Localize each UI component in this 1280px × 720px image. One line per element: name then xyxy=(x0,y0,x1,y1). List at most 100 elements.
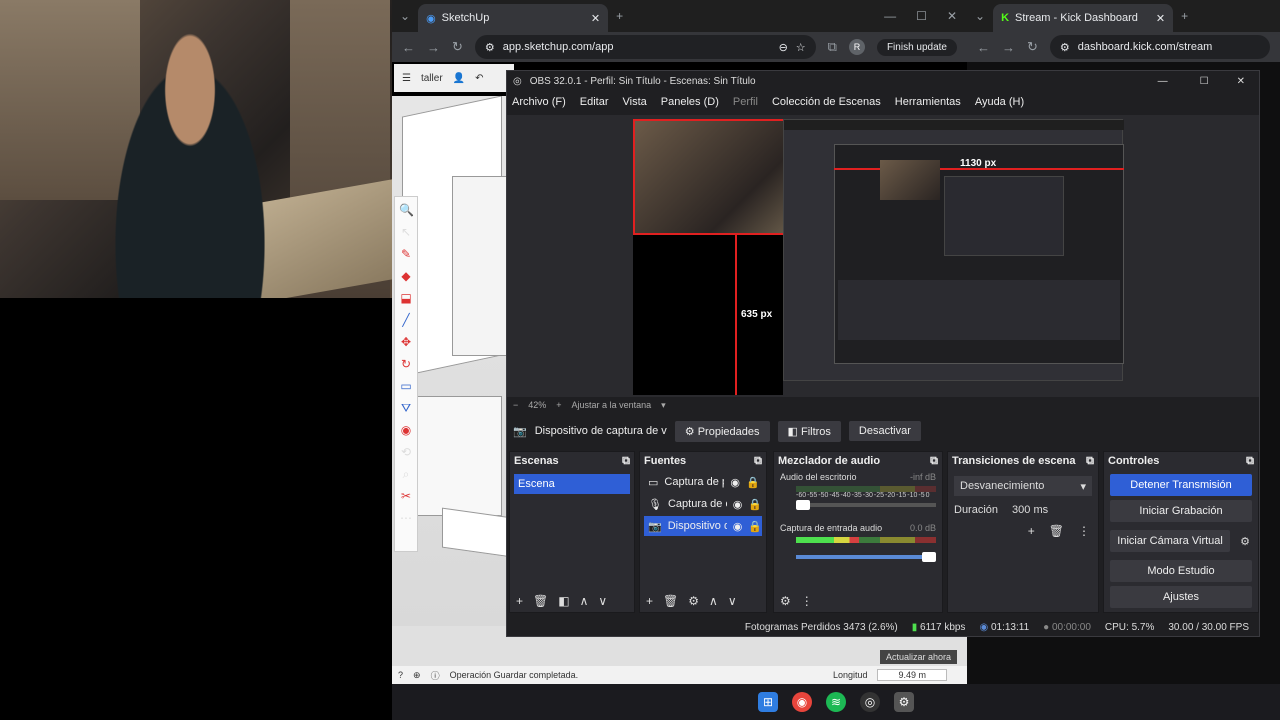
bookmark-star-icon[interactable]: ☆ xyxy=(796,41,806,54)
stop-stream-button[interactable]: Detener Transmisión xyxy=(1110,474,1252,496)
arrow-up-icon[interactable]: ∧ xyxy=(580,594,589,608)
chrome-icon[interactable]: ◉ xyxy=(792,692,812,712)
filter-icon[interactable]: ◧ xyxy=(558,594,569,608)
obs-taskbar-icon[interactable]: ◎ xyxy=(860,692,880,712)
menu-perfil[interactable]: Perfil xyxy=(733,96,758,108)
zoom-out-icon[interactable]: − xyxy=(513,400,518,410)
settings-taskbar-icon[interactable]: ⚙ xyxy=(894,692,914,712)
windows-start-icon[interactable]: ⊞ xyxy=(758,692,778,712)
forward-icon[interactable]: → xyxy=(427,40,440,55)
start-recording-button[interactable]: Iniciar Grabación xyxy=(1110,500,1252,522)
transition-select[interactable]: Desvanecimiento ▾ xyxy=(954,476,1092,496)
menu-paneles[interactable]: Paneles (D) xyxy=(661,96,719,108)
extensions-icon[interactable]: ⧉ xyxy=(828,39,837,55)
eye-icon[interactable]: ◉ xyxy=(733,498,743,511)
settings-button[interactable]: Ajustes xyxy=(1110,586,1252,608)
maximize-icon[interactable]: ☐ xyxy=(1188,76,1221,87)
new-tab-icon[interactable]: + xyxy=(1173,9,1196,23)
close-tab-icon[interactable]: ✕ xyxy=(1156,12,1165,25)
undock-icon[interactable]: ⧉ xyxy=(754,455,762,468)
move-icon[interactable]: ✥ xyxy=(399,335,413,349)
help-icon[interactable]: ? xyxy=(398,670,403,680)
arrow-down-icon[interactable]: ∨ xyxy=(728,594,737,608)
rotate-icon[interactable]: ↻ xyxy=(399,357,413,371)
reload-icon[interactable]: ↻ xyxy=(452,39,463,55)
properties-button[interactable]: ⚙ Propiedades xyxy=(674,420,770,442)
add-icon[interactable]: + xyxy=(1028,524,1035,538)
lock-icon[interactable]: 🔒 xyxy=(746,476,760,489)
tape-measure-icon[interactable]: ◉ xyxy=(399,423,413,437)
close-icon[interactable]: ✕ xyxy=(1229,76,1253,87)
reload-icon[interactable]: ↻ xyxy=(1027,39,1038,55)
more-tools-icon[interactable]: ⋯ xyxy=(399,511,413,525)
zoom-tool-icon[interactable]: ⌕ xyxy=(399,467,413,481)
eraser-icon[interactable]: ◆ xyxy=(399,269,413,283)
avatar[interactable]: R xyxy=(848,39,865,55)
zoom-in-icon[interactable]: + xyxy=(556,400,561,410)
fit-to-window[interactable]: Ajustar a la ventana xyxy=(572,400,652,410)
zoom-icon[interactable]: ⊖ xyxy=(779,41,788,54)
trash-icon[interactable]: 🗑 xyxy=(533,594,548,608)
maximize-icon[interactable]: ☐ xyxy=(906,9,937,23)
search-icon[interactable]: 🔍 xyxy=(399,203,414,217)
pencil-icon[interactable]: ✎ xyxy=(399,247,413,261)
arrow-up-icon[interactable]: ∧ xyxy=(709,594,718,608)
studio-mode-button[interactable]: Modo Estudio xyxy=(1110,560,1252,582)
add-icon[interactable]: + xyxy=(646,594,653,608)
address-bar[interactable]: ⚙ app.sketchup.com/app ⊖ ☆ xyxy=(474,35,816,59)
more-options-icon[interactable]: ⋮ xyxy=(1078,524,1090,538)
spotify-icon[interactable]: ≋ xyxy=(826,692,846,712)
obs-preview[interactable]: 635 px 1130 px xyxy=(507,115,1259,397)
source-item[interactable]: ▭ Captura de pa ◉ 🔒 xyxy=(644,472,762,492)
source-item-selected[interactable]: 📷 Dispositivo de ◉ 🔒 xyxy=(644,516,762,536)
menu-coleccion[interactable]: Colección de Escenas xyxy=(772,96,881,108)
push-pull-icon[interactable]: ⬓ xyxy=(399,291,413,305)
add-icon[interactable]: + xyxy=(516,594,523,608)
trash-icon[interactable]: 🗑 xyxy=(663,594,678,608)
volume-slider[interactable] xyxy=(796,552,936,562)
trash-icon[interactable]: 🗑 xyxy=(1049,524,1064,538)
address-bar[interactable]: ⚙ dashboard.kick.com/stream xyxy=(1049,35,1270,59)
lock-icon[interactable]: 🔒 xyxy=(748,498,762,511)
more-options-icon[interactable]: ⋮ xyxy=(801,594,813,608)
close-tab-icon[interactable]: ✕ xyxy=(591,12,600,25)
source-item[interactable]: 🎙 Captura de er ◉ 🔒 xyxy=(644,494,762,514)
eye-icon[interactable]: ◉ xyxy=(733,520,743,533)
tab-menu-icon[interactable]: ⌄ xyxy=(967,9,993,23)
menu-vista[interactable]: Vista xyxy=(623,96,647,108)
paint-bucket-icon[interactable]: ⛛ xyxy=(399,401,413,415)
eye-icon[interactable]: ◉ xyxy=(730,476,740,489)
gear-icon[interactable]: ⚙ xyxy=(1232,535,1258,548)
undock-icon[interactable]: ⧉ xyxy=(1086,455,1094,468)
undock-icon[interactable]: ⧉ xyxy=(930,455,938,468)
lock-icon[interactable]: 🔒 xyxy=(748,520,762,533)
arrow-down-icon[interactable]: ∨ xyxy=(598,594,607,608)
user-icon[interactable]: 👤 xyxy=(453,73,465,84)
scene-item[interactable]: Escena xyxy=(514,474,630,494)
forward-icon[interactable]: → xyxy=(1002,40,1015,55)
tab-sketchup[interactable]: ◉ SketchUp ✕ xyxy=(418,4,609,32)
select-arrow-icon[interactable]: ↖ xyxy=(399,225,413,239)
orbit-icon[interactable]: ⟲ xyxy=(399,445,413,459)
menu-herramientas[interactable]: Herramientas xyxy=(895,96,961,108)
length-value-field[interactable]: 9.49 m xyxy=(877,669,947,681)
tab-kick[interactable]: K Stream - Kick Dashboard ✕ xyxy=(993,4,1174,32)
menu-icon[interactable]: ☰ xyxy=(402,73,411,84)
update-now-button[interactable]: Actualizar ahora xyxy=(880,650,958,664)
gear-icon[interactable]: ⚙ xyxy=(688,594,699,608)
duration-field[interactable]: 300 ms xyxy=(1008,502,1092,518)
close-window-icon[interactable]: ✕ xyxy=(937,9,967,23)
volume-slider[interactable] xyxy=(796,500,936,510)
section-plane-icon[interactable]: ✂ xyxy=(399,489,413,503)
new-tab-icon[interactable]: + xyxy=(608,9,631,23)
start-virtual-cam-button[interactable]: Iniciar Cámara Virtual xyxy=(1110,530,1231,552)
minimize-icon[interactable]: — xyxy=(874,9,906,23)
tab-menu-icon[interactable]: ⌄ xyxy=(392,9,418,23)
line-icon[interactable]: ╱ xyxy=(399,313,413,327)
undock-icon[interactable]: ⧉ xyxy=(1246,455,1254,468)
menu-ayuda[interactable]: Ayuda (H) xyxy=(975,96,1024,108)
back-icon[interactable]: ← xyxy=(977,40,990,55)
filters-button[interactable]: ◧ Filtros xyxy=(777,420,841,442)
undo-icon[interactable]: ↶ xyxy=(475,73,483,84)
globe-icon[interactable]: ⊕ xyxy=(413,670,421,681)
